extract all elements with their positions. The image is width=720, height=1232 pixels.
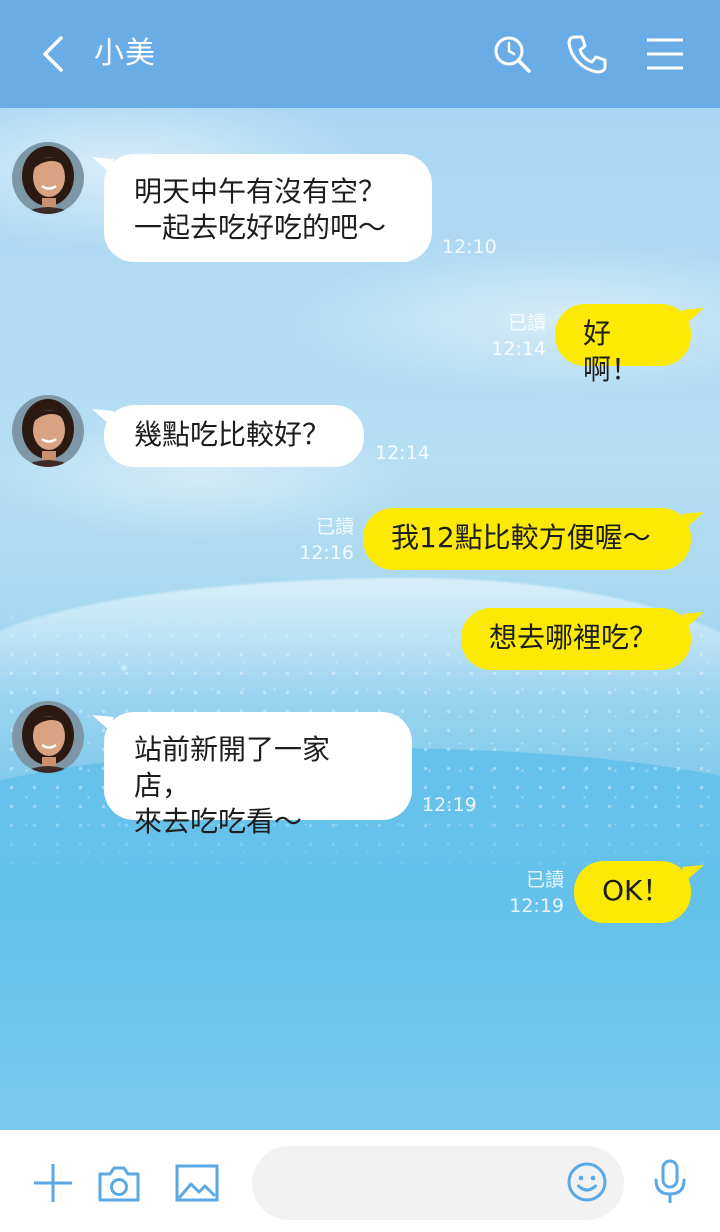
bubble-tail bbox=[682, 865, 704, 881]
plus-icon[interactable] bbox=[30, 1160, 76, 1206]
message-bubble-incoming[interactable]: 站前新開了一家店， 來去吃吃看～ bbox=[104, 712, 412, 838]
message-time: 12:19 bbox=[422, 794, 477, 816]
message-bubble-outgoing[interactable]: 好啊！ bbox=[555, 304, 691, 386]
message-time: 12:10 bbox=[442, 236, 497, 258]
microphone-icon[interactable] bbox=[648, 1158, 692, 1206]
avatar-icon bbox=[12, 701, 84, 773]
image-icon[interactable] bbox=[174, 1160, 220, 1206]
chat-header: 小美 bbox=[0, 0, 720, 108]
message-time: 12:16 bbox=[299, 542, 354, 564]
avatar[interactable] bbox=[12, 395, 84, 467]
message-bubble-outgoing[interactable]: 想去哪裡吃？ bbox=[461, 608, 691, 670]
chat-title: 小美 bbox=[94, 36, 156, 71]
message-bubble-outgoing[interactable]: OK！ bbox=[574, 861, 691, 923]
read-receipt: 已讀 bbox=[315, 516, 354, 538]
bubble-tail bbox=[682, 612, 704, 628]
message-time: 12:19 bbox=[509, 895, 564, 917]
avatar-icon bbox=[12, 142, 84, 214]
camera-icon[interactable] bbox=[96, 1160, 142, 1206]
message-bubble-incoming[interactable]: 明天中午有沒有空？ 一起去吃好吃的吧～ bbox=[104, 154, 432, 262]
bubble-tail bbox=[682, 512, 704, 528]
message-time: 12:14 bbox=[491, 338, 546, 360]
message-bubble-incoming[interactable]: 幾點吃比較好？ bbox=[104, 405, 364, 467]
menu-icon[interactable] bbox=[643, 32, 687, 76]
read-receipt: 已讀 bbox=[507, 312, 546, 334]
search-icon[interactable] bbox=[490, 32, 534, 76]
message-bubble-outgoing[interactable]: 我12點比較方便喔～ bbox=[363, 508, 691, 570]
avatar[interactable] bbox=[12, 142, 84, 214]
read-receipt: 已讀 bbox=[525, 869, 564, 891]
phone-icon[interactable] bbox=[565, 32, 609, 76]
input-bar bbox=[0, 1130, 720, 1232]
bubble-tail bbox=[682, 308, 704, 324]
message-time: 12:14 bbox=[375, 442, 430, 464]
avatar-icon bbox=[12, 395, 84, 467]
back-arrow-icon[interactable] bbox=[34, 34, 74, 74]
emoji-icon[interactable] bbox=[566, 1161, 608, 1203]
avatar[interactable] bbox=[12, 701, 84, 773]
